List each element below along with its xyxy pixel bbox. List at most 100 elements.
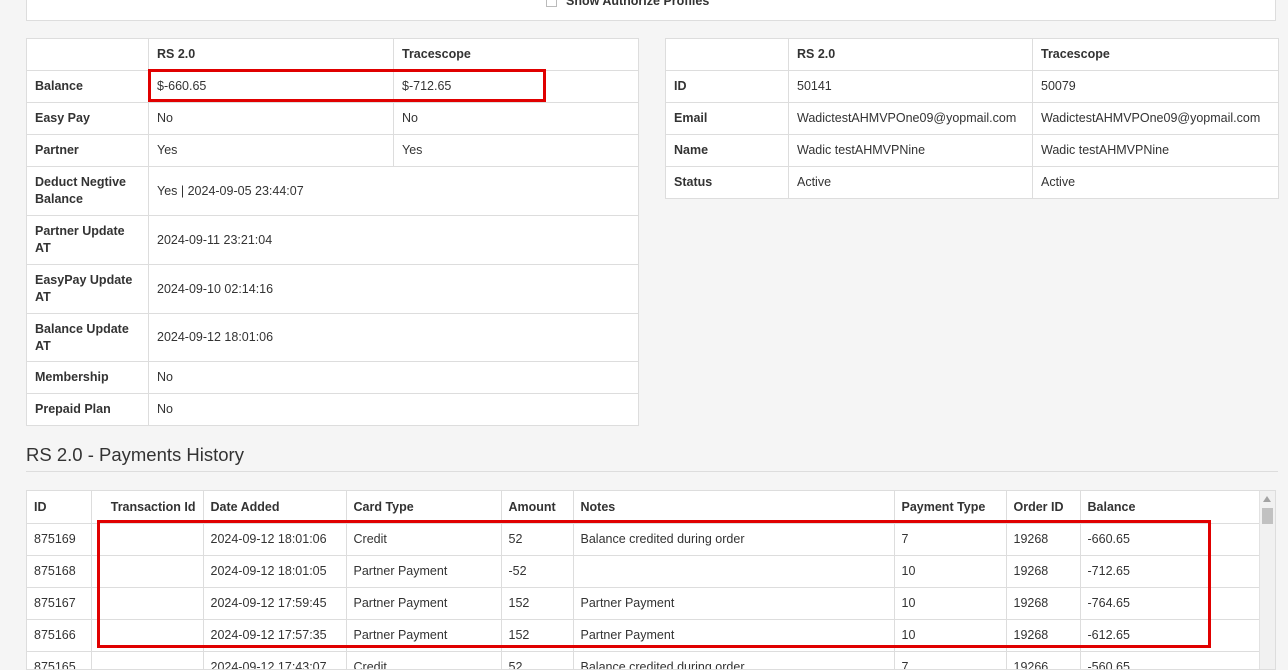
column-header-order-id[interactable]: Order ID (1005, 491, 1081, 524)
cell-balance: -660.65 (1079, 522, 1262, 556)
row-label-status: Status (665, 166, 789, 199)
show-authorize-profiles-checkbox[interactable] (546, 0, 557, 7)
table-row: Prepaid Plan No (26, 393, 639, 426)
table-row: Partner Update AT 2024-09-11 23:21:04 (26, 215, 639, 265)
column-header (26, 38, 149, 71)
cell-card-type: Partner Payment (345, 586, 502, 620)
table-header-row: RS 2.0 Tracescope (26, 38, 639, 71)
cell-order-id: 19268 (1005, 554, 1081, 588)
table-header-row: RS 2.0 Tracescope (665, 38, 1279, 71)
balance-comparison-table: RS 2.0 Tracescope Balance $-660.65 $-712… (26, 38, 639, 426)
table-row: Easy Pay No No (26, 102, 639, 135)
cell-balance: -712.65 (1079, 554, 1262, 588)
scroll-up-arrow-icon[interactable] (1263, 496, 1271, 502)
cell-date-added: 2024-09-12 17:43:07 (202, 650, 347, 669)
payments-history-table: ID Transaction Id Date Added Card Type A… (27, 491, 1262, 669)
payments-history-panel[interactable]: ID Transaction Id Date Added Card Type A… (26, 490, 1276, 670)
payments-history-title: RS 2.0 - Payments History (26, 444, 244, 465)
table-row[interactable]: 875167 2024-09-12 17:59:45 Partner Payment… (27, 586, 1262, 620)
balance-rs-value: $-660.65 (148, 70, 394, 103)
cell-transaction-id (90, 618, 204, 652)
cell-amount: 152 (500, 618, 574, 652)
id-tracescope-value: 50079 (1032, 70, 1279, 103)
membership-value: No (148, 361, 639, 394)
table-row: Partner Yes Yes (26, 134, 639, 167)
column-header-tracescope: Tracescope (393, 38, 639, 71)
cell-card-type: Credit (345, 650, 502, 669)
cell-card-type: Partner Payment (345, 554, 502, 588)
cell-date-added: 2024-09-12 17:59:45 (202, 586, 347, 620)
cell-notes: Partner Payment (572, 618, 895, 652)
status-tracescope-value: Active (1032, 166, 1279, 199)
cell-payment-type: 7 (893, 650, 1007, 669)
show-authorize-profiles-label[interactable]: Show Authorize Profiles (566, 0, 709, 8)
row-label-easypay-update-at: EasyPay Update AT (26, 264, 149, 314)
table-row: Balance $-660.65 $-712.65 (26, 70, 639, 103)
cell-balance: -612.65 (1079, 618, 1262, 652)
row-label-name: Name (665, 134, 789, 167)
row-label-balance-update-at: Balance Update AT (26, 313, 149, 362)
column-header (665, 38, 789, 71)
cell-date-added: 2024-09-12 17:57:35 (202, 618, 347, 652)
cell-payment-type: 10 (893, 618, 1007, 652)
easy-pay-rs-value: No (148, 102, 394, 135)
row-label-id: ID (665, 70, 789, 103)
column-header-notes[interactable]: Notes (572, 491, 895, 524)
partner-tracescope-value: Yes (393, 134, 639, 167)
row-label-balance: Balance (26, 70, 149, 103)
table-row[interactable]: 875166 2024-09-12 17:57:35 Partner Payment… (27, 618, 1262, 652)
cell-order-id: 19268 (1005, 618, 1081, 652)
column-header-card-type[interactable]: Card Type (345, 491, 502, 524)
cell-notes: Balance credited during order (572, 522, 895, 556)
cell-notes: Partner Payment (572, 586, 895, 620)
vertical-scrollbar[interactable] (1259, 491, 1275, 669)
table-header-row: ID Transaction Id Date Added Card Type A… (27, 491, 1262, 524)
cell-card-type: Partner Payment (345, 618, 502, 652)
prepaid-plan-value: No (148, 393, 639, 426)
table-row[interactable]: 875169 2024-09-12 18:01:06 Credit 52 Balance… (27, 522, 1262, 556)
column-header-date-added[interactable]: Date Added (202, 491, 347, 524)
scroll-thumb[interactable] (1262, 508, 1273, 524)
column-header-balance[interactable]: Balance (1079, 491, 1262, 524)
table-row: Name Wadic testAHMVPNine Wadic testAHMVP… (665, 134, 1279, 167)
cell-notes (572, 554, 895, 588)
column-header-id[interactable]: ID (27, 491, 92, 524)
table-row: Balance Update AT 2024-09-12 18:01:06 (26, 313, 639, 362)
email-rs-value: WadictestAHMVPOne09@yopmail.com (788, 102, 1033, 135)
table-row: EasyPay Update AT 2024-09-10 02:14:16 (26, 264, 639, 314)
cell-amount: 52 (500, 650, 574, 669)
balance-update-at-value: 2024-09-12 18:01:06 (148, 313, 639, 362)
cell-transaction-id (90, 522, 204, 556)
table-row: ID 50141 50079 (665, 70, 1279, 103)
divider (26, 471, 1278, 472)
table-row: Email WadictestAHMVPOne09@yopmail.com Wa… (665, 102, 1279, 135)
cell-id: 875169 (27, 522, 92, 556)
cell-amount: 152 (500, 586, 574, 620)
cell-id: 875166 (27, 618, 92, 652)
cell-amount: -52 (500, 554, 574, 588)
row-label-membership: Membership (26, 361, 149, 394)
cell-payment-type: 10 (893, 554, 1007, 588)
column-header-payment-type[interactable]: Payment Type (893, 491, 1007, 524)
cell-date-added: 2024-09-12 18:01:05 (202, 554, 347, 588)
column-header-rs: RS 2.0 (788, 38, 1033, 71)
name-tracescope-value: Wadic testAHMVPNine (1032, 134, 1279, 167)
cell-balance: -560.65 (1079, 650, 1262, 669)
cell-amount: 52 (500, 522, 574, 556)
account-comparison-table: RS 2.0 Tracescope ID 50141 50079 Email W… (665, 38, 1279, 199)
cell-order-id: 19266 (1005, 650, 1081, 669)
cell-date-added: 2024-09-12 18:01:06 (202, 522, 347, 556)
partner-rs-value: Yes (148, 134, 394, 167)
table-row[interactable]: 875165 2024-09-12 17:43:07 Credit 52 Balance… (27, 650, 1262, 669)
cell-payment-type: 10 (893, 586, 1007, 620)
table-row: Membership No (26, 361, 639, 394)
column-header-amount[interactable]: Amount (500, 491, 574, 524)
cell-transaction-id (90, 586, 204, 620)
column-header-transaction-id[interactable]: Transaction Id (90, 491, 204, 524)
cell-id: 875168 (27, 554, 92, 588)
table-row[interactable]: 875168 2024-09-12 18:01:05 Partner Payment… (27, 554, 1262, 588)
status-rs-value: Active (788, 166, 1033, 199)
deduct-negative-balance-value: Yes | 2024-09-05 23:44:07 (148, 166, 639, 216)
cell-id: 875167 (27, 586, 92, 620)
easy-pay-tracescope-value: No (393, 102, 639, 135)
